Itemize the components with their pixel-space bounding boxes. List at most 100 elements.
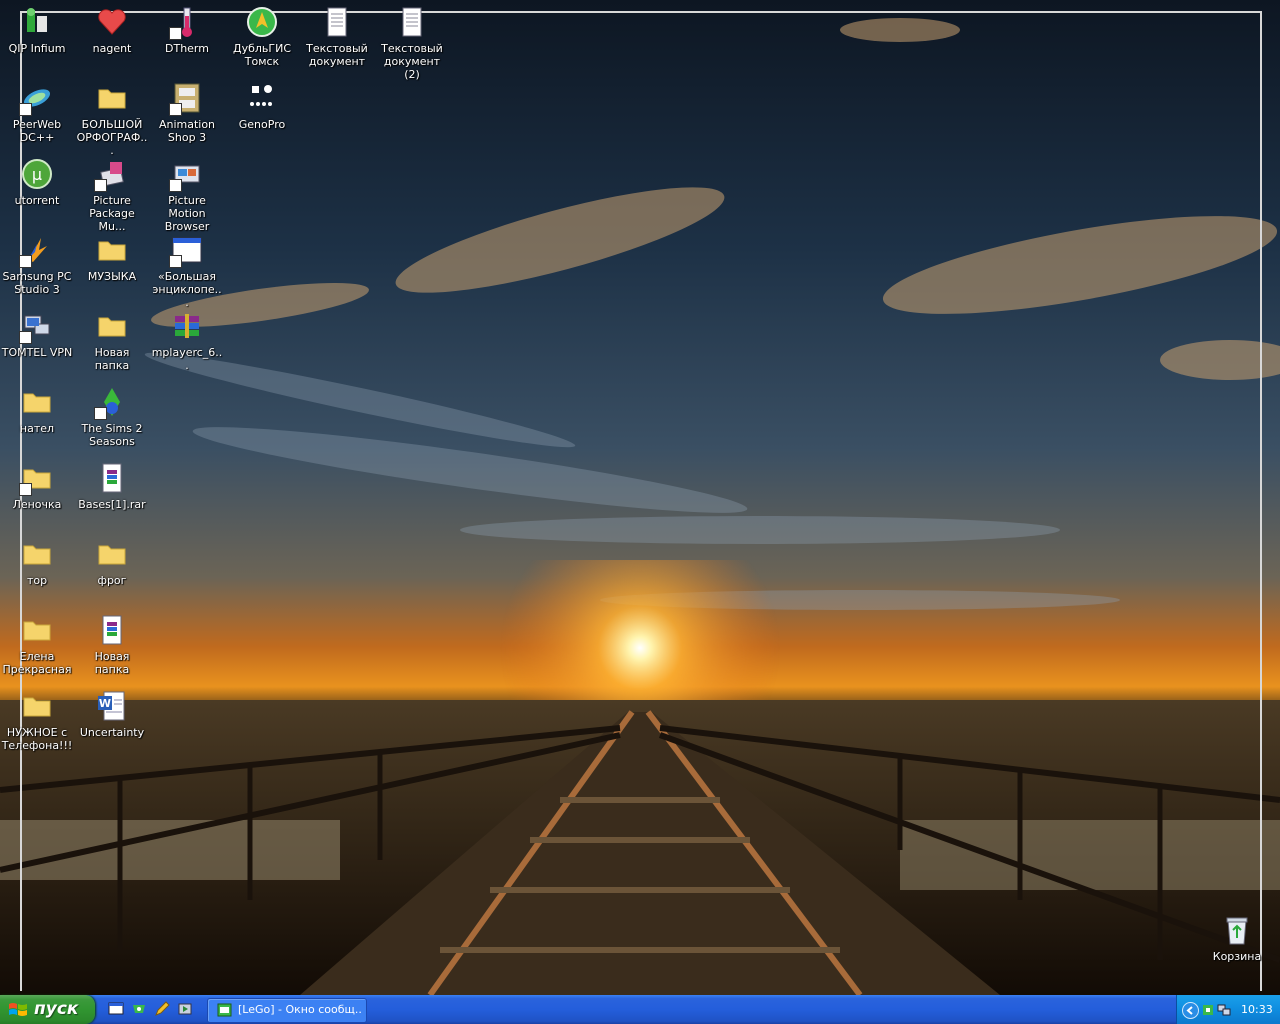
desktop-icon-mplayerc[interactable]: mplayerc_6...	[150, 308, 224, 380]
icon-label: GenoPro	[238, 118, 286, 131]
desktop-icon-uncertainty[interactable]: W Uncertainty	[75, 688, 149, 760]
desktop-icon-picture-motion-browser[interactable]: Picture Motion Browser	[150, 156, 224, 233]
start-label: пуск	[34, 999, 79, 1019]
icon-label: DTherm	[165, 42, 209, 55]
desktop-icon-dtherm[interactable]: DTherm	[150, 4, 224, 76]
svg-text:W: W	[99, 697, 111, 710]
quicklaunch-tool[interactable]	[154, 1001, 170, 1017]
icon-label: The Sims 2 Seasons	[81, 422, 143, 448]
desktop-icon-nagent[interactable]: nagent	[75, 4, 149, 76]
dublgis-icon	[247, 7, 277, 37]
shortcut-arrow-icon	[169, 103, 182, 116]
desktop-icon-novaya-papka-rar[interactable]: Новая папка	[75, 612, 149, 684]
heart-icon	[98, 9, 126, 35]
icon-label: Bases[1].rar	[78, 498, 146, 511]
start-button[interactable]: пуск	[0, 995, 95, 1024]
desktop-icon-samsung-pc-studio[interactable]: Samsung PC Studio 3	[0, 232, 74, 304]
icon-label: mplayerc_6...	[151, 346, 223, 372]
desktop-icon-folder-natel[interactable]: нател	[0, 384, 74, 456]
icon-label: Animation Shop 3	[158, 118, 216, 144]
taskbar-button-lego-chat[interactable]: [LeGo] - Окно сообщ...	[207, 998, 367, 1023]
icon-label: Новая папка	[94, 650, 130, 676]
qip-infium-icon	[27, 8, 47, 32]
system-tray: 10:33	[1176, 995, 1280, 1024]
shortcut-arrow-icon	[19, 103, 32, 116]
icon-label: Uncertainty	[79, 726, 145, 739]
shortcut-arrow-icon	[169, 255, 182, 268]
green-app-icon	[133, 1005, 145, 1013]
icon-label: utorrent	[14, 194, 60, 207]
recycle-bin-icon	[1226, 917, 1248, 945]
desktop-icon-folder-orfograf[interactable]: БОЛЬШОЙ ОРФОГРАФ...	[75, 80, 149, 157]
desktop-icon-folder-novaya-papka[interactable]: Новая папка	[75, 308, 149, 380]
clock[interactable]: 10:33	[1241, 1003, 1273, 1016]
folder-icon	[98, 241, 126, 261]
desktop-icon-genopro[interactable]: GenoPro	[225, 80, 299, 152]
media-player-icon	[178, 1003, 192, 1015]
folder-icon	[98, 89, 126, 109]
folder-icon	[23, 545, 51, 565]
desktop-icon-recycle-bin[interactable]: Корзина	[1200, 912, 1274, 984]
icon-label: Текстовый документ (2)	[381, 42, 443, 81]
desktop-icon-folder-frog[interactable]: фрог	[75, 536, 149, 608]
folder-icon	[23, 621, 51, 641]
genopro-icon	[250, 85, 272, 106]
folder-icon	[23, 393, 51, 413]
shortcut-arrow-icon	[19, 483, 32, 496]
icon-label: тор	[26, 574, 48, 587]
icon-label: ДубльГИС Томск	[232, 42, 292, 68]
icon-label: Корзина	[1212, 950, 1262, 963]
desktop-icon-utorrent[interactable]: µ utorrent	[0, 156, 74, 228]
taskbar-button-label: [LeGo] - Окно сообщ...	[238, 1003, 363, 1016]
icon-label: нател	[19, 422, 55, 435]
desktop-icon-folder-lenochka[interactable]: Леночка	[0, 460, 74, 532]
desktop-icon-folder-elena[interactable]: Елена Прекрасная	[0, 612, 74, 684]
quicklaunch-player[interactable]	[177, 1001, 193, 1017]
shortcut-arrow-icon	[169, 179, 182, 192]
desktop-icon-folder-muzyka[interactable]: МУЗЫКА	[75, 232, 149, 304]
desktop-icon-folder-tor[interactable]: тор	[0, 536, 74, 608]
icon-label: Леночка	[12, 498, 62, 511]
icon-label: БОЛЬШОЙ ОРФОГРАФ...	[76, 118, 148, 157]
utorrent-icon: µ	[22, 159, 52, 189]
desktop-icon-qip-infium[interactable]: QIP Infium	[0, 4, 74, 76]
shortcut-arrow-icon	[94, 407, 107, 420]
quicklaunch-show-desktop[interactable]	[108, 1001, 124, 1017]
winrar-icon	[175, 314, 199, 338]
icon-label: Picture Package Mu...	[89, 194, 135, 233]
tray-app-icon[interactable]	[1201, 1002, 1215, 1016]
desktop-icon-peerweb[interactable]: PeerWeb DC++	[0, 80, 74, 152]
desktop-icon-encyclopedia[interactable]: «Большая энциклопе...	[150, 232, 224, 309]
notepad-document-icon	[402, 7, 422, 37]
desktop[interactable]: QIP Infium Samsung PC Studio 3 PeerWeb D…	[0, 0, 1280, 995]
desktop-icon-tomtel-vpn[interactable]: TOMTEL VPN	[0, 308, 74, 380]
folder-icon	[98, 317, 126, 337]
network-icon[interactable]	[1217, 1002, 1231, 1016]
icon-label: TOMTEL VPN	[1, 346, 73, 359]
icon-label: фрог	[97, 574, 127, 587]
quicklaunch-dublgis[interactable]	[131, 1001, 147, 1017]
icon-label: НУЖНОЕ с Телефона!!!	[1, 726, 73, 752]
icon-label: «Большая энциклопе...	[152, 270, 222, 309]
desktop-icon-text-document[interactable]: Текстовый документ	[300, 4, 374, 76]
icon-label: PeerWeb DC++	[12, 118, 62, 144]
desktop-icon-animation-shop[interactable]: Animation Shop 3	[150, 80, 224, 152]
icon-label: Picture Motion Browser	[164, 194, 210, 233]
notepad-document-icon	[327, 7, 347, 37]
word-document-icon: W	[98, 691, 125, 721]
icon-label: Елена Прекрасная	[2, 650, 72, 676]
icon-label: nagent	[92, 42, 132, 55]
desktop-icon-picture-package[interactable]: Picture Package Mu...	[75, 156, 149, 233]
svg-text:µ: µ	[32, 165, 42, 184]
desktop-icon-folder-nuzhnoe[interactable]: НУЖНОЕ с Телефона!!!	[0, 688, 74, 760]
desktop-icon-sims2-seasons[interactable]: The Sims 2 Seasons	[75, 384, 149, 456]
icon-label: Новая папка	[94, 346, 130, 372]
desktop-icon-bases-rar[interactable]: Bases[1].rar	[75, 460, 149, 532]
chat-window-icon	[217, 1003, 232, 1017]
desktop-icon-text-document-2[interactable]: Текстовый документ (2)	[375, 4, 449, 81]
desktop-icon-dublgis[interactable]: ДубльГИС Томск	[225, 4, 299, 76]
folder-icon	[23, 697, 51, 717]
tray-expand-chevron-icon[interactable]	[1182, 1002, 1199, 1019]
shortcut-arrow-icon	[19, 331, 32, 344]
pencil-icon	[155, 1001, 170, 1016]
